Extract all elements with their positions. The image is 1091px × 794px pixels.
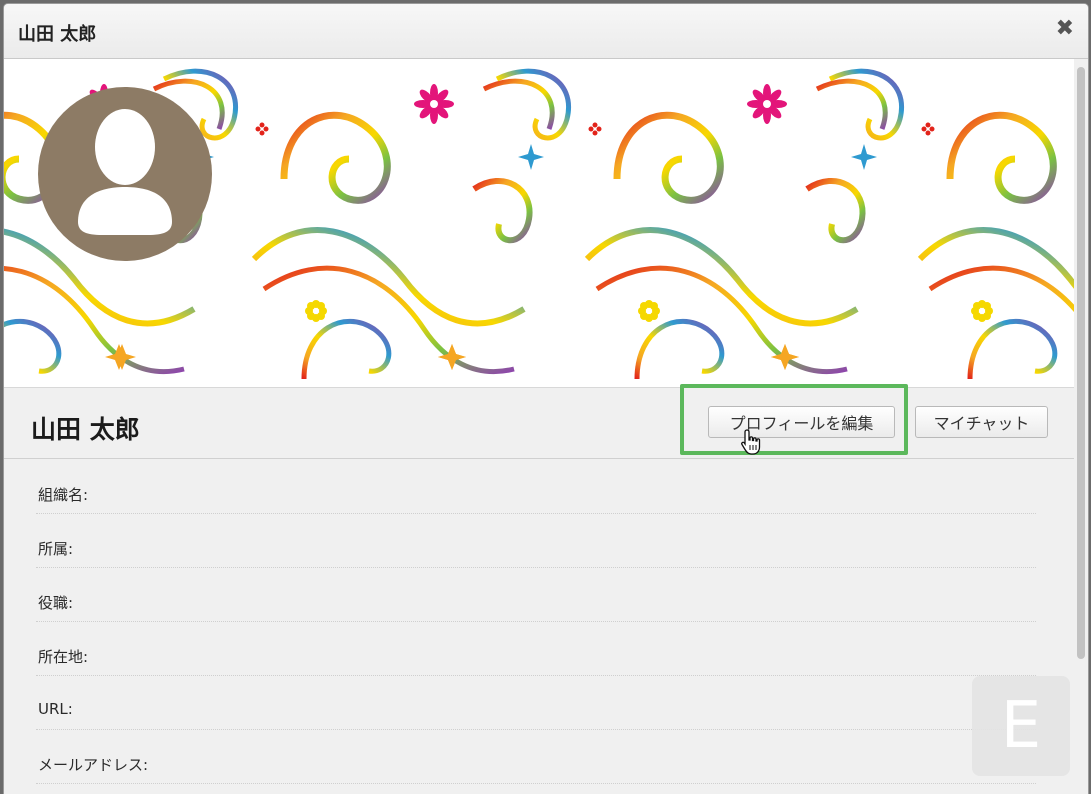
- field-position: 役職:: [36, 568, 1036, 622]
- close-icon[interactable]: ✖: [1056, 18, 1074, 40]
- field-department: 所属:: [36, 514, 1036, 568]
- field-label: URL:: [38, 700, 73, 718]
- field-organization: 組織名:: [36, 460, 1036, 514]
- field-label: メールアドレス:: [38, 756, 149, 774]
- field-label: 所在地:: [38, 648, 89, 666]
- field-label: 所属:: [38, 540, 74, 558]
- scrollbar-thumb[interactable]: [1077, 67, 1085, 659]
- dialog-titlebar: 山田 太郎 ✖: [4, 4, 1088, 59]
- edit-profile-button[interactable]: プロフィールを編集: [708, 406, 895, 438]
- profile-dialog: 山田 太郎 ✖ 山田 太郎 プロフィールを編集 マイチャット 組織名: 所属: …: [3, 3, 1089, 794]
- profile-header: 山田 太郎 プロフィールを編集 マイチャット: [4, 384, 1074, 459]
- avatar[interactable]: [38, 87, 212, 261]
- watermark-badge: E: [972, 676, 1070, 776]
- dialog-title: 山田 太郎: [18, 24, 97, 45]
- default-user-silhouette-icon: [78, 109, 172, 235]
- hand-pointer-icon: [741, 429, 761, 455]
- field-location: 所在地:: [36, 622, 1036, 676]
- field-label: 組織名:: [38, 486, 89, 504]
- field-url: URL:: [36, 676, 1036, 730]
- user-name: 山田 太郎: [31, 415, 140, 444]
- field-label: 役職:: [38, 594, 74, 612]
- field-email: メールアドレス:: [36, 730, 1036, 784]
- cover-image: [4, 59, 1074, 388]
- profile-fields: 組織名: 所属: 役職: 所在地: URL: メールアドレス:: [36, 460, 1036, 784]
- vertical-scrollbar[interactable]: [1074, 59, 1088, 794]
- my-chat-button[interactable]: マイチャット: [915, 406, 1048, 438]
